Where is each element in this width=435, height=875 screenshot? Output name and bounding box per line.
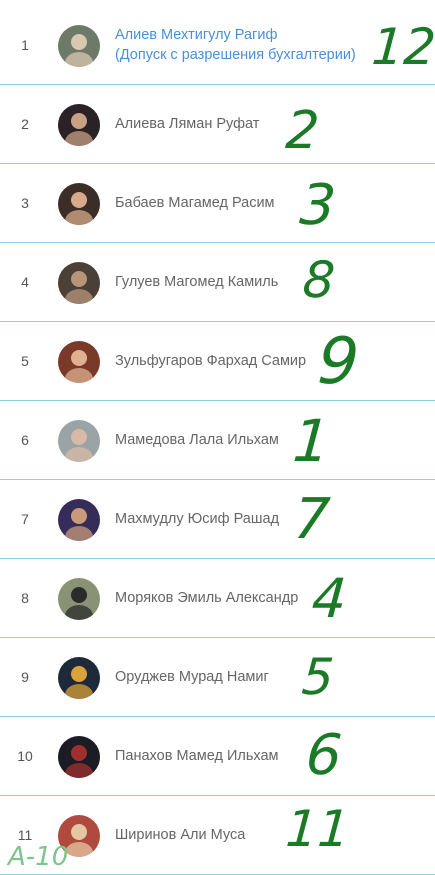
list-item: 4 Гулуев Магомед Камиль [0,243,435,322]
handwritten-corner-note: A-10 [8,842,69,872]
avatar[interactable] [58,341,100,383]
student-name: Ширинов Али Муса [115,796,245,874]
avatar[interactable] [58,736,100,778]
student-note[interactable]: (Допуск с разрешения бухгалтерии) [115,45,356,65]
handwritten-grade-mark: 2 [283,101,322,161]
student-name-text: Ширинов Али Муса [115,827,246,843]
handwritten-grade-mark: 1 [290,407,333,475]
avatar[interactable] [58,183,100,225]
handwritten-grade-mark: 5 [299,648,336,706]
avatar[interactable] [58,499,100,541]
row-number: 9 [21,669,29,685]
list-item: 2 Алиева Ляман Руфат [0,85,435,164]
student-name: Моряков Эмиль Александр [115,559,298,637]
student-name: Оруджев Мурад Намиг [115,638,269,716]
student-name-text: Моряков Эмиль Александр [115,590,299,606]
avatar[interactable] [58,657,100,699]
avatar[interactable] [58,420,100,462]
student-name-text: Махмудлу Юсиф Рашад [115,511,280,527]
student-name-text[interactable]: Алиев Мехтигулу Рагиф [115,25,356,45]
row-number: 3 [21,195,29,211]
student-name: Мамедова Лала Ильхам [115,401,279,479]
handwritten-grade-mark: 4 [309,567,349,630]
student-name: Бабаев Магамед Расим [115,164,275,242]
avatar[interactable] [58,262,100,304]
list-item: 9 Оруджев Мурад Намиг [0,638,435,717]
row-number: 1 [21,37,29,53]
avatar[interactable] [58,104,100,146]
student-name: Гулуев Магомед Камиль [115,243,278,321]
handwritten-grade-mark: 3 [297,173,338,238]
row-number: 10 [17,748,33,764]
avatar[interactable] [58,578,100,620]
student-name-text: Мамедова Лала Ильхам [115,432,279,448]
handwritten-grade-mark: 12 [369,18,435,76]
row-number: 6 [21,432,29,448]
list-item: 3 Бабаев Магамед Расим [0,164,435,243]
list-item: 8 Моряков Эмиль Александр [0,559,435,638]
row-number: 8 [21,590,29,606]
row-number: 7 [21,511,29,527]
row-number: 5 [21,353,29,369]
row-number: 2 [21,116,29,132]
student-name: Алиева Ляман Руфат [115,85,259,163]
student-name: Зульфугаров Фархад Самир [115,322,306,400]
student-name-text: Панахов Мамед Ильхам [115,748,279,764]
student-name-text: Алиева Ляман Руфат [115,116,260,132]
handwritten-grade-mark: 7 [291,487,332,552]
row-number: 4 [21,274,29,290]
student-name: Панахов Мамед Ильхам [115,717,279,795]
student-name-text: Зульфугаров Фархад Самир [115,353,307,369]
student-name-text: Оруджев Мурад Намиг [115,669,269,685]
list-item: 6 Мамедова Лала Ильхам [0,401,435,480]
handwritten-grade-mark: 9 [315,325,362,399]
student-name-text: Гулуев Магомед Камиль [115,274,279,290]
handwritten-grade-mark: 11 [283,800,352,858]
list-item: 5 Зульфугаров Фархад Самир [0,322,435,401]
list-item: 10 Панахов Мамед Ильхам [0,717,435,796]
handwritten-grade-mark: 6 [303,723,344,788]
student-name-text: Бабаев Магамед Расим [115,195,275,211]
student-name: Махмудлу Юсиф Рашад [115,480,279,558]
list-item: 7 Махмудлу Юсиф Рашад [0,480,435,559]
student-name[interactable]: Алиев Мехтигулу Рагиф (Допуск с разрешени… [115,6,356,84]
avatar[interactable] [58,25,100,67]
handwritten-grade-mark: 8 [300,251,337,309]
